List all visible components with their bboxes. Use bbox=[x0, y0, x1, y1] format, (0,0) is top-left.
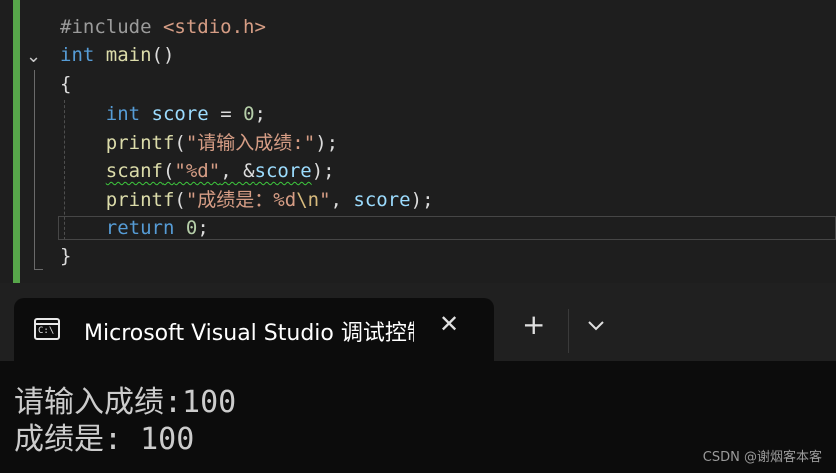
code-token: <stdio.h> bbox=[162, 16, 266, 38]
code-token: printf bbox=[105, 189, 175, 211]
fold-region-line bbox=[34, 70, 35, 270]
code-line[interactable]: #include <stdio.h> bbox=[60, 13, 266, 41]
output-line-result: 成绩是: 100 bbox=[14, 422, 195, 457]
code-token: "请输入成绩:" bbox=[185, 132, 316, 154]
code-line[interactable]: return 0; bbox=[60, 214, 209, 242]
code-token: printf bbox=[105, 132, 175, 154]
code-token: " bbox=[319, 189, 331, 211]
code-line[interactable]: printf("请输入成绩:"); bbox=[60, 129, 338, 157]
code-token: score bbox=[353, 189, 411, 211]
fold-chevron-icon[interactable]: ⌄ bbox=[26, 46, 41, 67]
code-token: = bbox=[208, 103, 244, 125]
tab-separator bbox=[568, 309, 569, 353]
code-token: return bbox=[105, 217, 175, 239]
code-token: score bbox=[254, 160, 312, 182]
code-line[interactable]: printf("成绩是：%d\n", score); bbox=[60, 186, 434, 214]
code-token: main bbox=[105, 44, 152, 66]
code-line[interactable]: { bbox=[60, 70, 71, 98]
code-token: 0 bbox=[185, 217, 198, 239]
code-token: \n bbox=[296, 189, 320, 211]
code-line[interactable]: } bbox=[60, 242, 71, 270]
terminal-icon-text: C:\ bbox=[38, 326, 55, 336]
code-token: ( bbox=[174, 132, 186, 154]
code-editor[interactable]: ⌄ #include <stdio.h> int main(){ int scor… bbox=[0, 0, 836, 283]
code-token: , bbox=[330, 189, 354, 211]
code-token: , & bbox=[220, 160, 255, 182]
code-token: ; bbox=[254, 103, 266, 125]
watermark: CSDN @谢烟客本客 bbox=[702, 450, 822, 465]
code-token: 0 bbox=[243, 103, 255, 125]
terminal-tab-bar: C:\ Microsoft Visual Studio 调试控制台 ✕ + bbox=[0, 283, 836, 361]
new-tab-button[interactable]: + bbox=[522, 311, 545, 339]
code-token: score bbox=[151, 103, 209, 125]
chevron-down-icon[interactable] bbox=[586, 319, 606, 333]
code-token: #include bbox=[60, 16, 163, 38]
code-token: int bbox=[105, 103, 141, 125]
close-tab-icon[interactable]: ✕ bbox=[439, 310, 459, 338]
tab-title: Microsoft Visual Studio 调试控制台 bbox=[84, 321, 414, 346]
code-token: ( bbox=[174, 189, 186, 211]
code-token: ( bbox=[162, 160, 175, 182]
code-token: ); bbox=[311, 160, 335, 182]
code-token: ); bbox=[410, 189, 434, 211]
terminal-tab[interactable]: C:\ Microsoft Visual Studio 调试控制台 ✕ bbox=[14, 298, 494, 361]
change-indicator bbox=[13, 0, 20, 283]
code-token: } bbox=[60, 245, 72, 267]
code-line[interactable]: scanf("%d", &score); bbox=[60, 157, 335, 185]
code-token: { bbox=[60, 73, 72, 95]
code-token: ; bbox=[197, 217, 209, 239]
terminal-icon: C:\ bbox=[34, 318, 60, 340]
code-token: () bbox=[151, 44, 175, 66]
code-token: ); bbox=[315, 132, 339, 154]
code-token: "%d" bbox=[174, 160, 221, 182]
code-token: int bbox=[60, 44, 95, 66]
code-line[interactable]: int main() bbox=[60, 41, 174, 69]
code-token: "成绩是：%d bbox=[185, 189, 297, 211]
code-token: scanf bbox=[105, 160, 163, 182]
code-line[interactable]: int score = 0; bbox=[60, 100, 266, 128]
fold-region-end bbox=[34, 269, 43, 270]
